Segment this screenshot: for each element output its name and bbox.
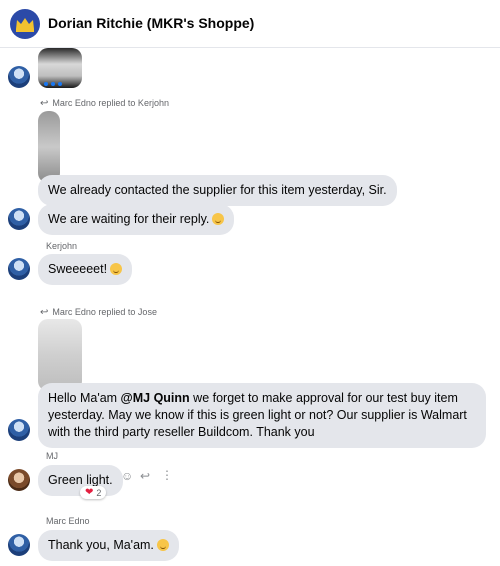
- message-text: Hello Ma'am: [48, 391, 121, 405]
- smile-icon[interactable]: ☺: [121, 469, 133, 483]
- message-bubble[interactable]: Hello Ma'am @MJ Quinn we forget to make …: [38, 383, 486, 448]
- message-text: Sweeeeet!: [48, 262, 108, 276]
- message-text: Thank you, Ma'am.: [48, 538, 154, 552]
- sender-name: MJ: [46, 451, 58, 461]
- message-text: We are waiting for their reply.: [48, 212, 210, 226]
- grin-icon: [110, 263, 123, 275]
- avatar[interactable]: [8, 534, 30, 556]
- avatar[interactable]: [8, 208, 30, 230]
- sender-name: Kerjohn: [46, 241, 78, 251]
- smile-icon: [212, 213, 225, 225]
- more-icon[interactable]: ⋮: [161, 468, 173, 482]
- reaction-count: 2: [96, 487, 102, 498]
- reply-label: ↩ Marc Edno replied to Jose: [40, 307, 157, 318]
- header-avatar[interactable]: [10, 9, 40, 39]
- replied-image[interactable]: [38, 319, 82, 391]
- reply-label: ↩ Marc Edno replied to Kerjohn: [40, 98, 169, 109]
- reply-icon: ↩: [40, 98, 49, 109]
- mention[interactable]: @MJ Quinn: [121, 391, 190, 405]
- smile-icon: [156, 539, 169, 551]
- avatar[interactable]: [8, 258, 30, 280]
- heart-icon: ❤: [85, 487, 94, 498]
- replied-image[interactable]: [38, 111, 60, 183]
- header-title[interactable]: Dorian Ritchie (MKR's Shoppe): [48, 15, 254, 31]
- avatar[interactable]: [8, 469, 30, 491]
- reply-label-text: Marc Edno replied to Kerjohn: [52, 98, 169, 108]
- reply-icon: ↩: [40, 307, 49, 318]
- message-bubble[interactable]: Sweeeeet!: [38, 254, 133, 285]
- reaction-badge[interactable]: ❤ 2: [80, 486, 107, 499]
- reply-icon[interactable]: ↩: [140, 469, 150, 483]
- message-bubble[interactable]: Thank you, Ma'am.: [38, 530, 179, 561]
- reply-label-text: Marc Edno replied to Jose: [52, 307, 157, 317]
- crown-icon: [16, 18, 34, 32]
- avatar[interactable]: [8, 66, 30, 88]
- message-bubble[interactable]: We already contacted the supplier for th…: [38, 175, 397, 206]
- chat-header: Dorian Ritchie (MKR's Shoppe): [0, 0, 500, 48]
- image-dots: [44, 82, 62, 86]
- message-bubble[interactable]: We are waiting for their reply.: [38, 204, 235, 235]
- sender-name: Marc Edno: [46, 516, 90, 526]
- avatar[interactable]: [8, 419, 30, 441]
